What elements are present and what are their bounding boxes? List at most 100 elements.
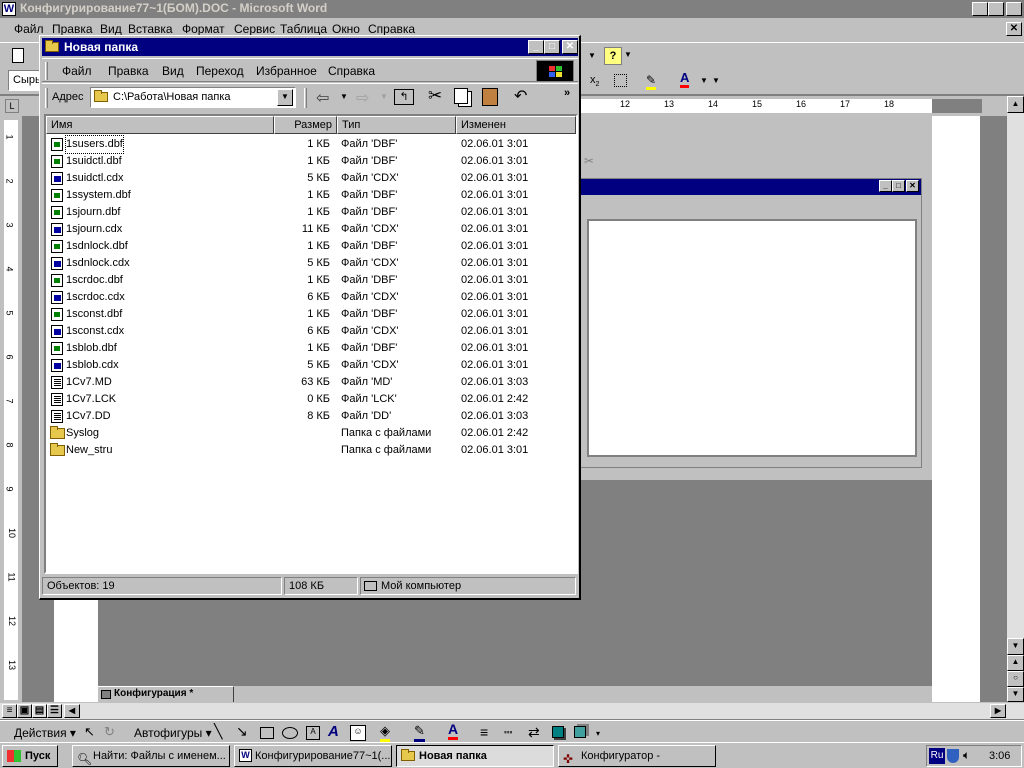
dropdown-arrow-icon[interactable]: ▼ xyxy=(700,76,708,85)
explorer-close-button[interactable]: ✕ xyxy=(562,40,578,54)
task-explorer[interactable]: Новая папка xyxy=(396,745,554,767)
autoshapes-menu[interactable]: Автофигуры ▾ xyxy=(134,726,212,740)
back-icon[interactable]: ⇦ xyxy=(316,88,329,108)
file-row[interactable]: 1susers.dbf 1 КБ Файл 'DBF' 02.06.01 3:01 xyxy=(46,135,576,154)
textbox-icon[interactable]: A xyxy=(306,726,320,740)
explorer-menu-item[interactable]: Справка xyxy=(328,61,375,81)
file-row[interactable]: Syslog Папка с файлами 02.06.01 2:42 xyxy=(46,425,576,442)
column-size[interactable]: Размер xyxy=(274,116,337,134)
page-view-button[interactable]: ▤ xyxy=(32,704,47,718)
select-browse-object-button[interactable]: ○ xyxy=(1007,671,1024,687)
file-row[interactable]: 1Cv7.LCK 0 КБ Файл 'LCK' 02.06.01 2:42 xyxy=(46,391,576,408)
free-rotate-icon[interactable]: ↻ xyxy=(104,724,115,740)
highlight-icon[interactable]: ✎ xyxy=(646,73,657,90)
scroll-left-button[interactable]: ◀ xyxy=(64,704,80,718)
fill-color-icon[interactable]: ◈ xyxy=(380,723,390,742)
explorer-menu-item[interactable]: Избранное xyxy=(256,61,317,81)
shadow-icon[interactable] xyxy=(552,726,564,738)
explorer-minimize-button[interactable]: _ xyxy=(528,40,544,54)
up-folder-icon[interactable]: ↰ xyxy=(394,89,414,105)
web-view-button[interactable]: ▣ xyxy=(17,704,32,718)
arrow-icon[interactable]: ↘ xyxy=(236,723,248,740)
scroll-right-button[interactable]: ▶ xyxy=(990,704,1006,718)
file-row[interactable]: 1sjourn.dbf 1 КБ Файл 'DBF' 02.06.01 3:01 xyxy=(46,204,576,221)
dash-style-icon[interactable]: ┅ xyxy=(504,724,512,741)
prev-page-button[interactable]: ▲ xyxy=(1007,655,1024,671)
explorer-menu-item[interactable]: Файл xyxy=(62,61,92,81)
undo-icon[interactable]: ↶ xyxy=(514,86,527,106)
subscript-icon[interactable]: x2 xyxy=(590,74,599,88)
file-row[interactable]: 1Cv7.MD 63 КБ Файл 'MD' 02.06.01 3:03 xyxy=(46,374,576,391)
task-configurator[interactable]: ✜ Конфигуратор - xyxy=(558,745,716,767)
file-row[interactable]: 1sblob.dbf 1 КБ Файл 'DBF' 02.06.01 3:01 xyxy=(46,340,576,357)
copy-icon[interactable] xyxy=(454,88,468,104)
dropdown-icon[interactable]: ▼ xyxy=(588,48,600,64)
explorer-menu-item[interactable]: Правка xyxy=(108,61,149,81)
tab-selector-icon[interactable]: L xyxy=(5,99,19,113)
forward-dropdown-icon[interactable]: ▼ xyxy=(380,92,388,101)
line-color-icon[interactable]: ✎ xyxy=(414,723,425,742)
rectangle-icon[interactable] xyxy=(260,727,274,739)
file-row[interactable]: 1suidctl.cdx 5 КБ Файл 'CDX' 02.06.01 3:01 xyxy=(46,170,576,187)
task-find[interactable]: 🔍︎ Найти: Файлы с именем... xyxy=(72,745,230,767)
explorer-maximize-button[interactable]: □ xyxy=(544,40,560,54)
language-indicator[interactable]: Ru xyxy=(929,748,945,764)
tray-shield-icon[interactable] xyxy=(947,749,959,763)
file-row[interactable]: 1sjourn.cdx 11 КБ Файл 'CDX' 02.06.01 3:01 xyxy=(46,221,576,238)
file-row[interactable]: New_stru Папка с файлами 02.06.01 3:01 xyxy=(46,442,576,459)
clipart-icon[interactable]: ☺ xyxy=(350,725,366,741)
3d-icon[interactable] xyxy=(574,726,586,738)
explorer-menu-item[interactable]: Переход xyxy=(196,61,244,81)
drawing-more-icon[interactable]: ▾ xyxy=(596,729,600,738)
scroll-up-button[interactable]: ▲ xyxy=(1007,96,1024,113)
line-icon[interactable]: ╲ xyxy=(214,723,222,740)
forward-icon[interactable]: ⇨ xyxy=(356,88,369,108)
wordart-icon[interactable]: A xyxy=(328,723,339,740)
doc-close-button[interactable]: ✕ xyxy=(1006,22,1022,36)
word-close-button[interactable]: ✕ xyxy=(1006,2,1022,16)
back-dropdown-icon[interactable]: ▼ xyxy=(340,92,348,101)
file-row[interactable]: 1Cv7.DD 8 КБ Файл 'DD' 02.06.01 3:03 xyxy=(46,408,576,425)
line-style-icon[interactable]: ≡ xyxy=(480,724,488,740)
address-field[interactable]: C:\Работа\Новая папка ▼ xyxy=(90,87,296,108)
font-color-icon[interactable]: A xyxy=(680,71,690,88)
column-type[interactable]: Тип xyxy=(337,116,456,134)
outline-view-button[interactable]: ☰ xyxy=(47,704,62,718)
dropdown-arrow-icon[interactable]: ▼ xyxy=(624,50,632,59)
file-row[interactable]: 1sconst.dbf 1 КБ Файл 'DBF' 02.06.01 3:01 xyxy=(46,306,576,323)
next-page-button[interactable]: ▼ xyxy=(1007,687,1024,702)
dropdown-arrow-icon[interactable]: ▼ xyxy=(712,76,720,85)
column-name[interactable]: Имя xyxy=(46,116,274,134)
select-objects-icon[interactable]: ↖ xyxy=(84,724,95,740)
new-document-icon[interactable] xyxy=(12,48,24,63)
explorer-menu-item[interactable]: Вид xyxy=(162,61,184,81)
normal-view-button[interactable]: ≡ xyxy=(2,704,17,718)
file-row[interactable]: 1sconst.cdx 6 КБ Файл 'CDX' 02.06.01 3:01 xyxy=(46,323,576,340)
file-row[interactable]: 1scrdoc.dbf 1 КБ Файл 'DBF' 02.06.01 3:01 xyxy=(46,272,576,289)
oval-icon[interactable] xyxy=(282,727,298,739)
actions-menu[interactable]: Действия ▾ xyxy=(14,726,76,740)
word-minimize-button[interactable]: _ xyxy=(972,2,988,16)
scroll-down-button[interactable]: ▼ xyxy=(1007,638,1024,655)
paste-icon[interactable] xyxy=(482,88,498,106)
file-row[interactable]: 1sdnlock.dbf 1 КБ Файл 'DBF' 02.06.01 3:01 xyxy=(46,238,576,255)
file-row[interactable]: 1sdnlock.cdx 5 КБ Файл 'CDX' 02.06.01 3:01 xyxy=(46,255,576,272)
toolbar-more-icon[interactable]: » xyxy=(564,87,570,99)
tray-speaker-icon[interactable]: 🔈︎ xyxy=(963,748,970,763)
task-word[interactable]: W Конфигурирование77~1(... xyxy=(234,745,392,767)
help-icon[interactable]: ? xyxy=(604,47,622,65)
arrow-style-icon[interactable]: ⇄ xyxy=(528,724,540,741)
file-row[interactable]: 1sblob.cdx 5 КБ Файл 'CDX' 02.06.01 3:01 xyxy=(46,357,576,374)
column-modified[interactable]: Изменен xyxy=(456,116,576,134)
file-row[interactable]: 1ssystem.dbf 1 КБ Файл 'DBF' 02.06.01 3:01 xyxy=(46,187,576,204)
border-icon[interactable] xyxy=(614,74,627,87)
draw-font-color-icon[interactable]: A xyxy=(448,722,459,740)
file-row[interactable]: 1scrdoc.cdx 6 КБ Файл 'CDX' 02.06.01 3:01 xyxy=(46,289,576,306)
cut-icon[interactable]: ✂ xyxy=(428,86,442,106)
inner-doc-tab[interactable]: Конфигурация * xyxy=(98,686,234,702)
file-row[interactable]: 1suidctl.dbf 1 КБ Файл 'DBF' 02.06.01 3:01 xyxy=(46,153,576,170)
word-restore-button[interactable]: ❐ xyxy=(988,2,1004,16)
address-dropdown-button[interactable]: ▼ xyxy=(277,89,293,106)
vertical-scrollbar[interactable]: ▲ ▼ ▲ ○ ▼ xyxy=(1007,96,1024,702)
start-button[interactable]: Пуск xyxy=(2,745,58,767)
